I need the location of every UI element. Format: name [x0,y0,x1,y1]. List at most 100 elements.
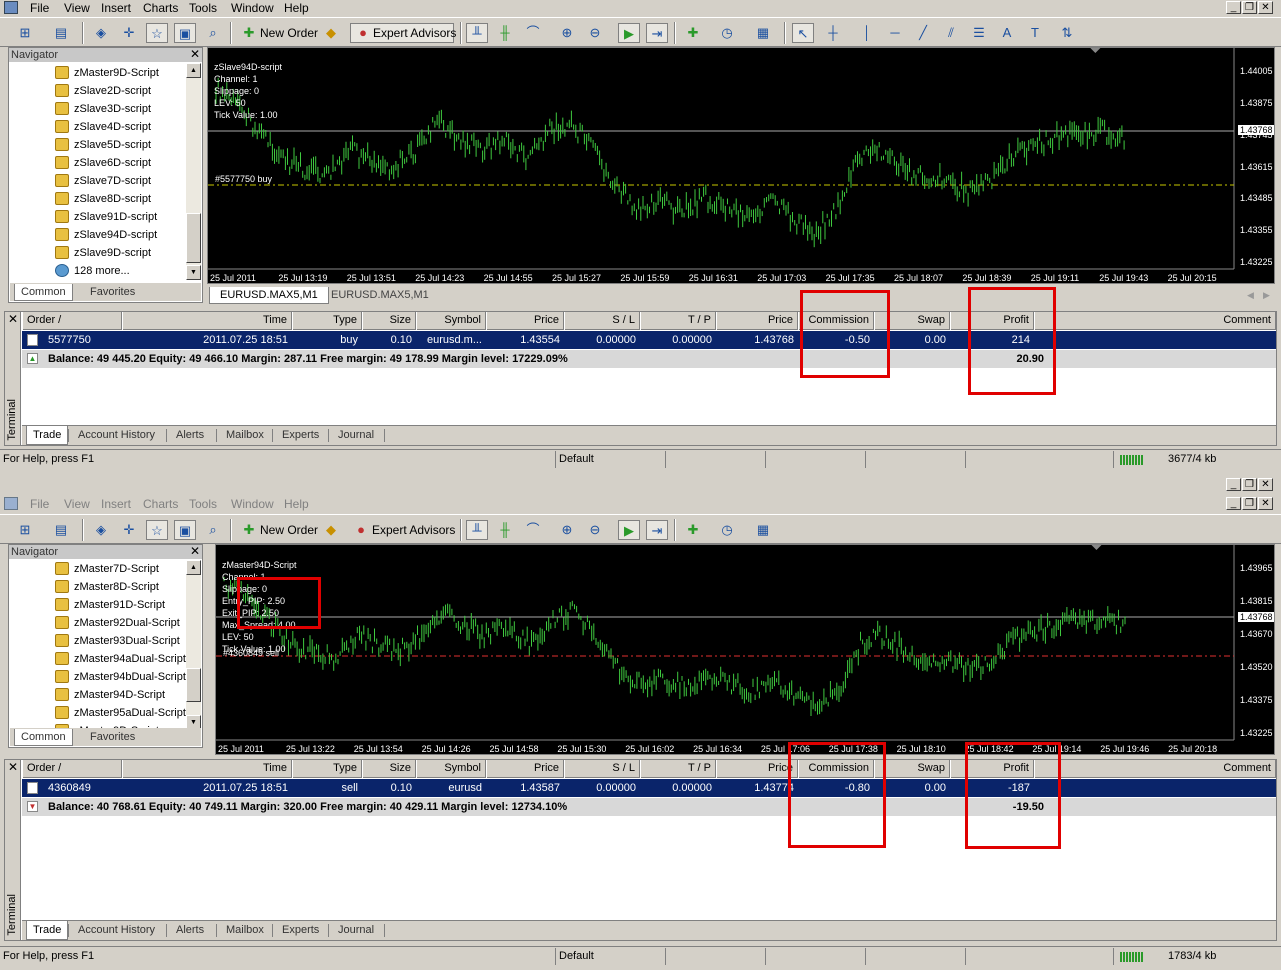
terminal-close-icon-2[interactable]: ✕ [8,760,18,774]
navigator-tab-favorites[interactable]: Favorites [84,284,141,301]
data-window-icon[interactable]: ✛ [118,23,140,43]
candlestick-icon[interactable]: ╫ [494,23,516,43]
column-header[interactable]: Price [486,312,564,330]
profiles-icon-2[interactable]: ▤ [50,520,72,540]
strategy-tester-icon-2[interactable]: ⌕ [202,520,224,540]
column-header[interactable]: S / L [564,760,640,778]
terminal-tab[interactable]: Journal [332,426,380,445]
navigator-item[interactable]: zMaster91D-Script [55,596,165,614]
strategy-tester-icon[interactable]: ⌕ [202,23,224,43]
candlestick-icon-2[interactable]: ╫ [494,520,516,540]
menu-help[interactable]: Help [284,1,309,15]
market-watch-icon-2[interactable]: ◈ [90,520,112,540]
column-header[interactable]: Symbol [416,312,486,330]
navigator-item[interactable]: zSlave3D-script [55,100,151,118]
zoom-in-icon[interactable]: ⊕ [556,23,578,43]
column-header[interactable]: Order / [22,312,122,330]
minimize-button[interactable]: _ [1226,1,1241,14]
expert-advisors-button-2[interactable]: Expert Advisors [372,523,455,537]
terminal-tab[interactable]: Account History [72,426,161,445]
table-row[interactable]: 4360849 2011.07.25 18:51 sell 0.10 eurusd 1.4… [22,779,1276,797]
channel-icon[interactable]: ⫽ [940,23,962,43]
terminal-tab[interactable]: Alerts [170,921,210,940]
column-header[interactable]: Comment [1034,760,1276,778]
navigator-close-icon[interactable]: ✕ [190,48,200,61]
cursor-icon[interactable]: ↖ [792,23,814,43]
navigator-scrollbar-2[interactable]: ▲ ▼ [186,560,201,730]
new-order-button-2[interactable]: New Order [260,523,318,537]
chart-tabs-left-icon[interactable]: ◀ [1247,290,1254,301]
periods-icon-2[interactable]: ◷ [716,520,738,540]
chart-tabs-right-icon[interactable]: ▶ [1263,290,1270,301]
column-header[interactable]: Time [122,760,292,778]
column-header[interactable]: T / P [640,312,716,330]
column-header[interactable]: Price [486,760,564,778]
terminal-icon[interactable]: ▣ [174,23,196,43]
restore-button[interactable]: ❐ [1242,1,1257,14]
line-chart-icon-2[interactable]: ⌒ [522,520,544,540]
price-chart-2[interactable]: zMaster94D-Script Channel: 1 Slippage: 0… [215,544,1275,755]
column-header[interactable]: Type [292,312,362,330]
auto-scroll-icon-2[interactable]: ▶ [618,520,640,540]
indicators-icon[interactable]: ✚ [682,23,704,43]
column-header[interactable]: Size [362,312,416,330]
navigator-item[interactable]: zMaster94bDual-Script [55,668,186,686]
outer-minimize-button[interactable]: _ [1226,478,1241,491]
terminal-tab[interactable]: Mailbox [220,921,270,940]
navigator-item[interactable]: zMaster7D-Script [55,560,159,578]
column-header[interactable]: Type [292,760,362,778]
periods-icon[interactable]: ◷ [716,23,738,43]
chart-shift-icon-2[interactable]: ⇥ [646,520,668,540]
scroll-up-icon-2[interactable]: ▲ [186,560,201,575]
arrows-icon[interactable]: ⇅ [1056,23,1078,43]
price-chart[interactable]: zSlave94D-script Channel: 1 Slippage: 0 … [207,47,1275,284]
menu-tools-2[interactable]: Tools [189,497,217,511]
close-button-2[interactable]: ✕ [1258,497,1273,510]
navigator-close-icon-2[interactable]: ✕ [190,545,200,558]
navigator-icon-2[interactable]: ☆ [146,520,168,540]
column-header[interactable]: Time [122,312,292,330]
column-header[interactable]: Price [716,312,798,330]
new-chart-icon-2[interactable]: ⊞ [14,520,36,540]
text-icon[interactable]: A [996,23,1018,43]
terminal-tab[interactable]: Alerts [170,426,210,445]
terminal-tab[interactable]: Trade [26,426,69,445]
navigator-tab-common-2[interactable]: Common [14,729,73,746]
navigator-item[interactable]: zMaster9D-Script [55,64,159,82]
bar-chart-icon-2[interactable]: ╨ [466,520,488,540]
close-button[interactable]: ✕ [1258,1,1273,14]
menu-window-2[interactable]: Window [231,497,274,511]
chart-tab-2[interactable]: EURUSD.MAX5,M1 [321,287,439,304]
terminal-tab[interactable]: Account History [72,921,161,940]
metaeditor-icon-2[interactable]: ◆ [320,520,342,540]
metaeditor-icon[interactable]: ◆ [320,23,342,43]
market-watch-icon[interactable]: ◈ [90,23,112,43]
table-row[interactable]: 5577750 2011.07.25 18:51 buy 0.10 eurusd.m..… [22,331,1276,349]
navigator-item[interactable]: zMaster93Dual-Script [55,632,180,650]
column-header[interactable]: Symbol [416,760,486,778]
zoom-in-icon-2[interactable]: ⊕ [556,520,578,540]
terminal-tab[interactable]: Experts [276,426,325,445]
navigator-item[interactable]: zMaster95aDual-Script [55,704,186,722]
minimize-button-2[interactable]: _ [1226,497,1241,510]
menu-insert-2[interactable]: Insert [101,497,131,511]
terminal-tab[interactable]: Journal [332,921,380,940]
menu-view[interactable]: View [64,1,90,15]
new-order-icon-2[interactable]: ✚ [238,520,260,540]
new-chart-icon[interactable]: ⊞ [14,23,36,43]
menu-file[interactable]: File [30,1,49,15]
vertical-line-icon[interactable]: │ [856,23,878,43]
chart-tab-1[interactable]: EURUSD.MAX5,M1 [209,287,329,304]
navigator-icon[interactable]: ☆ [146,23,168,43]
indicators-icon-2[interactable]: ✚ [682,520,704,540]
column-header[interactable]: S / L [564,312,640,330]
navigator-item[interactable]: zSlave94D-script [55,226,157,244]
navigator-item[interactable]: zSlave7D-script [55,172,151,190]
outer-restore-button[interactable]: ❐ [1242,478,1257,491]
column-header[interactable]: Order / [22,760,122,778]
scroll-thumb[interactable] [186,213,201,263]
column-header[interactable]: Size [362,760,416,778]
restore-button-2[interactable]: ❐ [1242,497,1257,510]
data-window-icon-2[interactable]: ✛ [118,520,140,540]
new-order-icon[interactable]: ✚ [238,23,260,43]
